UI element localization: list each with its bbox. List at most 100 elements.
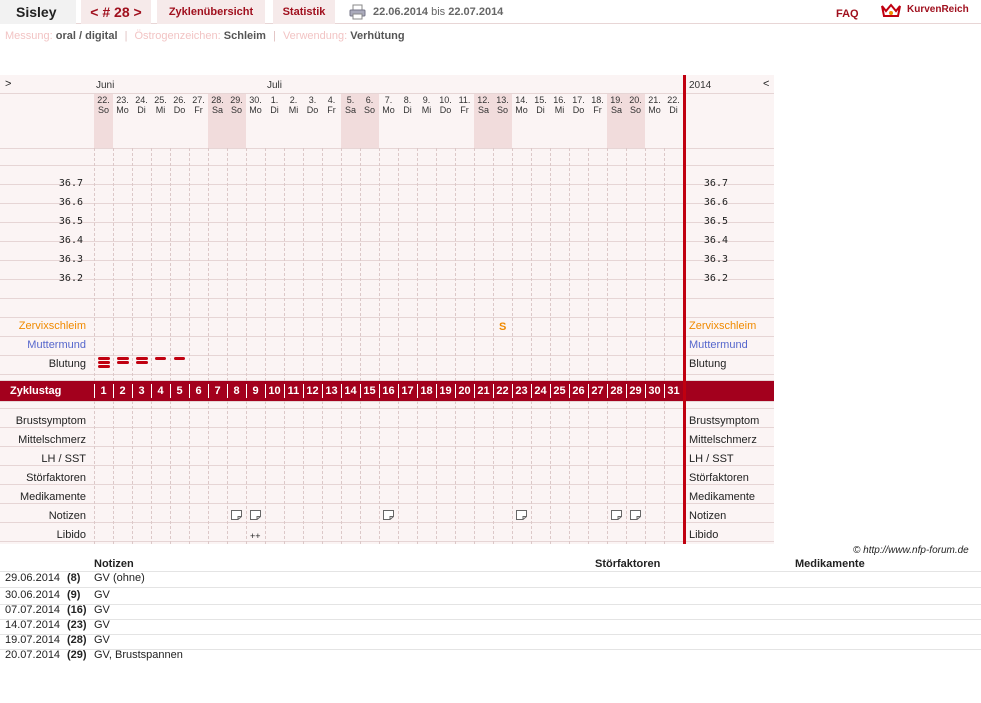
day-weekday: Di	[137, 105, 146, 115]
note-icon[interactable]	[231, 510, 242, 520]
day-grid-line	[170, 148, 171, 381]
day-date: 7.	[384, 95, 393, 105]
day-grid-line	[341, 148, 342, 381]
day-weekday: Do	[572, 105, 585, 115]
day-grid-line	[569, 401, 570, 544]
grid-line	[0, 374, 774, 375]
day-grid-line	[94, 148, 95, 381]
right-label-medikamente: Medikamente	[689, 491, 756, 503]
libido-mark[interactable]: ++	[250, 531, 261, 541]
prev-cycle-button[interactable]: <	[90, 4, 98, 20]
cycle-day-number: 20	[458, 385, 471, 397]
day-grid-line	[398, 401, 399, 544]
table-row: 19.07.2014 (28) GV	[0, 634, 981, 649]
day-grid-line	[379, 148, 380, 381]
bleeding-mark[interactable]	[98, 365, 110, 368]
day-label: 18. Fr	[588, 95, 607, 115]
temp-label-right: 36.2	[703, 273, 728, 284]
row-label-blutung: Blutung	[48, 358, 86, 370]
cycle-day-number: 28	[610, 385, 623, 397]
day-grid-line	[227, 148, 228, 381]
next-cycle-button[interactable]: >	[134, 4, 142, 20]
day-weekday: So	[496, 105, 508, 115]
today-line	[683, 75, 686, 544]
cycle-day-number: 10	[268, 385, 281, 397]
day-grid-line	[303, 148, 304, 381]
bleeding-mark[interactable]	[174, 357, 185, 360]
day-label: 20. So	[626, 95, 645, 115]
day-date: 16.	[553, 95, 566, 105]
row-label-muttermund: Muttermund	[27, 339, 86, 351]
bleeding-mark[interactable]	[98, 361, 110, 364]
note-icon[interactable]	[611, 510, 622, 520]
cycle-day-separator	[398, 384, 399, 398]
day-weekday: Mi	[288, 105, 299, 115]
day-grid-line	[550, 148, 551, 381]
month-label-juni: Juni	[96, 80, 115, 91]
cycle-day-separator	[550, 384, 551, 398]
cycle-day-separator	[170, 384, 171, 398]
day-grid-line	[474, 148, 475, 381]
day-grid-line	[113, 401, 114, 544]
table-header-medikamente: Medikamente	[795, 558, 865, 570]
day-grid-line	[246, 148, 247, 381]
day-weekday: Di	[270, 105, 279, 115]
note-icon[interactable]	[516, 510, 527, 520]
oestrogen-label: Östrogenzeichen:	[134, 30, 221, 42]
day-label: 5. Sa	[341, 95, 360, 115]
day-date: 14.	[515, 95, 528, 105]
day-label: 9. Mi	[417, 95, 436, 115]
grid-line	[0, 222, 774, 223]
note-icon[interactable]	[383, 510, 394, 520]
day-grid-line	[531, 148, 532, 381]
printer-icon[interactable]	[349, 4, 366, 20]
day-weekday: Sa	[477, 105, 489, 115]
temp-label-left: 36.3	[58, 254, 83, 265]
grid-line	[0, 279, 774, 280]
day-grid-line	[132, 401, 133, 544]
day-grid-line	[550, 401, 551, 544]
day-weekday: Di	[403, 105, 412, 115]
bleeding-mark[interactable]	[136, 361, 148, 364]
day-grid-line	[664, 148, 665, 381]
bleeding-mark[interactable]	[117, 357, 129, 360]
day-date: 17.	[572, 95, 585, 105]
day-weekday: So	[629, 105, 641, 115]
bleeding-mark[interactable]	[98, 357, 110, 360]
day-grid-line	[284, 401, 285, 544]
day-grid-line	[265, 401, 266, 544]
chart-nav-right[interactable]: <	[763, 78, 769, 90]
temp-label-right: 36.4	[703, 235, 728, 246]
cycle-day-separator	[151, 384, 152, 398]
grid-line	[0, 522, 774, 523]
cycle-day-number: 9	[252, 385, 259, 397]
cycle-day-number: 26	[572, 385, 585, 397]
faq-link[interactable]: FAQ	[836, 8, 859, 20]
grid-line	[0, 484, 774, 485]
day-grid-line	[322, 401, 323, 544]
day-label: 11. Fr	[455, 95, 474, 115]
table-row: 29.06.2014 (8) GV (ohne)	[0, 572, 981, 587]
row-cycle-day: (9)	[67, 589, 81, 601]
day-label: 14. Mo	[512, 95, 531, 115]
cycle-chart: > < Juni Juli 2014 22. So 23. Mo 24. Di 25. Mi 2…	[0, 75, 774, 544]
zyklenuebersicht-tab[interactable]: Zyklenübersicht	[157, 0, 265, 24]
statistik-tab[interactable]: Statistik	[273, 0, 335, 24]
note-icon[interactable]	[630, 510, 641, 520]
day-grid-line	[303, 401, 304, 544]
day-weekday: Mi	[155, 105, 166, 115]
bleeding-mark[interactable]	[155, 357, 166, 360]
day-date: 23.	[116, 95, 129, 105]
note-icon[interactable]	[250, 510, 261, 520]
chart-nav-left[interactable]: >	[5, 78, 11, 90]
bleeding-mark[interactable]	[136, 357, 148, 360]
cycle-day-separator	[303, 384, 304, 398]
mucus-symbol[interactable]: S	[499, 321, 506, 333]
cycle-day-separator	[132, 384, 133, 398]
kurvenreich-logo-icon[interactable]	[880, 2, 902, 20]
grid-line	[0, 446, 774, 447]
row-label-notizen: Notizen	[48, 510, 86, 522]
kurvenreich-logo-text[interactable]: KurvenReich	[907, 4, 969, 15]
cycle-day-number: 12	[306, 385, 319, 397]
bleeding-mark[interactable]	[117, 361, 129, 364]
